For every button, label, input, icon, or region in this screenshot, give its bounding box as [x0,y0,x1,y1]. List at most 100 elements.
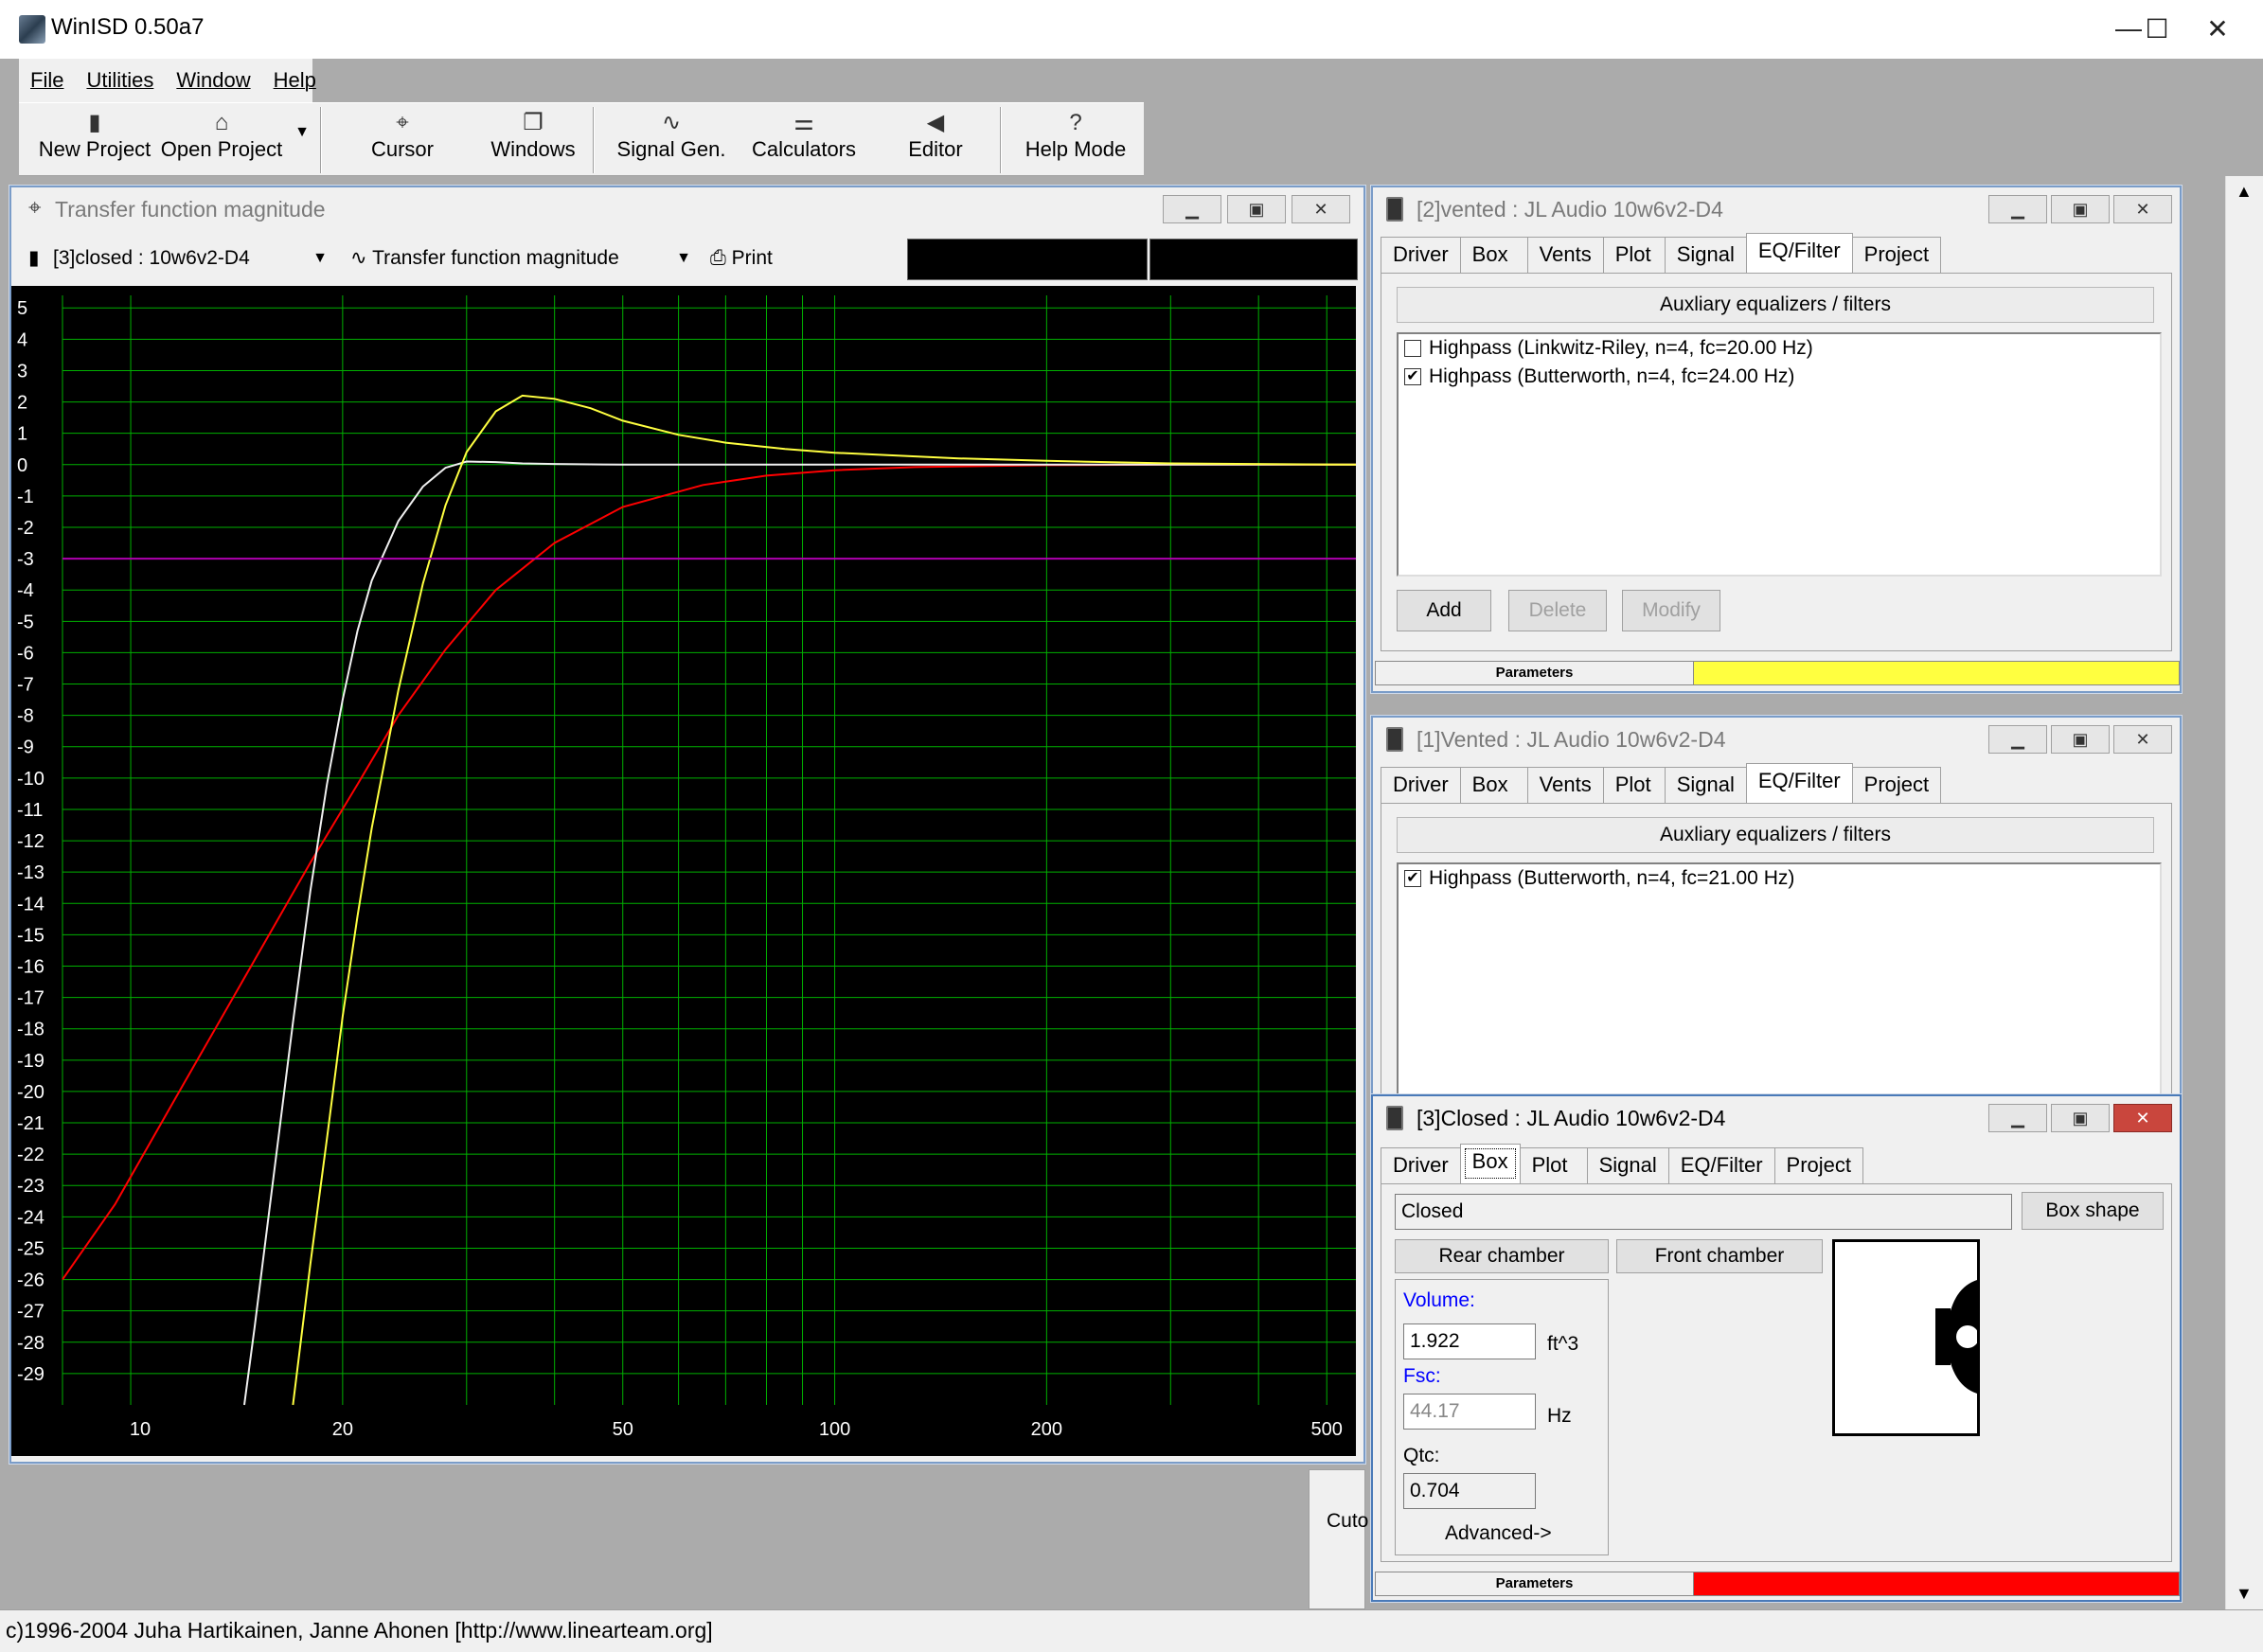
close-button[interactable]: ✕ [2189,9,2246,47]
minimize-button[interactable]: ▁ [1988,725,2047,754]
front-chamber-button[interactable]: Front chamber [1616,1239,1823,1273]
plot-type-select[interactable]: ∿ Transfer function magnitude ▼ [350,242,691,275]
add-button[interactable]: Add [1397,590,1491,631]
vented1-title: [1]Vented : JL Audio 10w6v2-D4 [1417,727,1726,752]
tab-box[interactable]: Box [1459,1144,1521,1183]
qtc-label: Qtc: [1403,1445,1440,1466]
project-select[interactable]: [3]closed : 10w6v2-D4 ▼ [53,242,328,275]
tab-eq-filter[interactable]: EQ/Filter [1667,1147,1775,1183]
y-tick-label: -18 [17,1020,45,1040]
windows-icon: ❐ [523,110,543,135]
tab-vents[interactable]: Vents [1526,237,1604,273]
box-shape-button[interactable]: Box shape [2022,1192,2164,1230]
volume-input[interactable]: 1.922 [1403,1323,1536,1359]
closed3-tabs: Driver Box Plot Signal EQ/Filter Project [1381,1144,1864,1183]
restore-button[interactable]: ▣ [1227,195,1286,223]
tab-signal[interactable]: Signal [1586,1147,1669,1183]
modify-button[interactable]: Modify [1622,590,1720,631]
calculators-button[interactable]: ⚌ Calculators [742,109,865,171]
tab-box[interactable]: Box [1459,237,1528,273]
close-button[interactable]: ✕ [2113,1104,2172,1132]
tab-vents[interactable]: Vents [1526,767,1604,803]
y-tick-label: -22 [17,1145,45,1165]
transfer-function-chart[interactable]: 543210-1-2-3-4-5-6-7-8-9-10-11-12-13-14-… [11,286,1357,1456]
checkbox-checked[interactable]: ✔ [1404,870,1421,887]
list-item[interactable]: ✔ Highpass (Butterworth, n=4, fc=21.00 H… [1399,864,2160,893]
tab-project[interactable]: Project [1851,767,1942,803]
qtc-field: 0.704 [1403,1473,1536,1509]
signal-gen-button[interactable]: ∿ Signal Gen. [610,109,733,171]
restore-button[interactable]: ▣ [2051,1104,2110,1132]
tab-project[interactable]: Project [1773,1147,1864,1183]
scroll-down-icon[interactable]: ▼ [2236,1584,2253,1604]
y-tick-label: -16 [17,956,45,977]
cursor-button[interactable]: ⌖ Cursor [341,109,464,171]
tab-plot[interactable]: Plot [1602,767,1666,803]
menu-file[interactable]: File [19,68,75,93]
y-tick-label: -13 [17,862,45,883]
y-tick-label: -21 [17,1113,45,1134]
tab-plot[interactable]: Plot [1519,1147,1588,1183]
open-project-button[interactable]: ⌂ Open Project [157,109,286,171]
tab-eq-filter[interactable]: EQ/Filter [1745,233,1853,273]
new-project-button[interactable]: ▮ New Project [28,109,161,171]
checkbox[interactable] [1404,340,1421,357]
parameters-bar[interactable]: Parameters [1375,661,2180,685]
sine-wave-icon: ∿ [350,247,367,269]
tab-driver[interactable]: Driver [1381,237,1461,273]
tab-signal[interactable]: Signal [1664,237,1747,273]
tab-plot[interactable]: Plot [1602,237,1666,273]
eq-filter-panel: Auxliary equalizers / filters Highpass (… [1381,273,2172,651]
filter-label: Highpass (Butterworth, n=4, fc=24.00 Hz) [1429,365,1795,387]
tab-driver[interactable]: Driver [1381,767,1461,803]
open-project-label: Open Project [160,137,283,161]
y-tick-label: -2 [17,518,34,539]
print-button[interactable]: ⎙ Print [710,242,805,275]
tab-driver[interactable]: Driver [1381,1147,1461,1183]
scroll-up-icon[interactable]: ▲ [2236,182,2253,202]
filter-list[interactable]: ✔ Highpass (Butterworth, n=4, fc=21.00 H… [1397,862,2162,1118]
close-button[interactable]: ✕ [1292,195,1350,223]
restore-button[interactable]: ▣ [2051,195,2110,223]
windows-button[interactable]: ❐ Windows [472,109,595,171]
speaker-driver-icon [1935,1280,1979,1394]
tab-project[interactable]: Project [1851,237,1942,273]
workspace-scrollbar[interactable]: ▲ ▼ [2225,176,2263,1609]
menu-window[interactable]: Window [165,68,261,93]
delete-button[interactable]: Delete [1508,590,1607,631]
tab-signal[interactable]: Signal [1664,767,1747,803]
tab-eq-filter[interactable]: EQ/Filter [1745,763,1853,803]
fsc-input[interactable]: 44.17 [1403,1394,1536,1430]
advanced-button[interactable]: Advanced-> [1445,1522,1552,1545]
plot-area[interactable]: 5 4 3 2 1 0 -1 -2 -3 -4 -5 -6 -7 -8 -9 -10 -11 -12 -13 -14-… [11,286,1357,1456]
tab-box[interactable]: Box [1459,767,1528,803]
y-tick-label: -25 [17,1238,45,1259]
restore-button[interactable]: ▣ [2051,725,2110,754]
help-mode-button[interactable]: ? Help Mode [1017,109,1134,171]
checkbox-checked[interactable]: ✔ [1404,368,1421,385]
y-tick-label: 5 [17,298,27,319]
plot-type-value: Transfer function magnitude [372,247,619,269]
close-button[interactable]: ✕ [2113,725,2172,754]
menu-utilities[interactable]: Utilities [75,68,165,93]
closed3-title: [3]Closed : JL Audio 10w6v2-D4 [1417,1106,1726,1130]
close-button[interactable]: ✕ [2113,195,2172,223]
list-item[interactable]: ✔ Highpass (Butterworth, n=4, fc=24.00 H… [1399,363,2160,391]
minimize-button[interactable]: ▁ [1988,195,2047,223]
minimize-button[interactable]: ▁ [1988,1104,2047,1132]
volume-label: Volume: [1403,1289,1475,1311]
menu-help[interactable]: Help [262,68,328,93]
y-tick-label: -8 [17,706,34,727]
plot-window-title: Transfer function magnitude [55,197,326,222]
filter-list[interactable]: Highpass (Linkwitz-Riley, n=4, fc=20.00 … [1397,332,2162,577]
editor-button[interactable]: ◀ Editor [888,109,983,171]
list-item[interactable]: Highpass (Linkwitz-Riley, n=4, fc=20.00 … [1399,334,2160,363]
maximize-button[interactable]: ☐ [2129,9,2185,47]
parameters-bar[interactable]: Parameters [1375,1572,2180,1596]
y-tick-label: -19 [17,1051,45,1072]
rear-chamber-button[interactable]: Rear chamber [1395,1239,1609,1273]
aux-eq-header: Auxliary equalizers / filters [1397,287,2154,323]
print-label: Print [731,247,773,269]
minimize-button[interactable]: ▁ [1163,195,1221,223]
toolbar-separator [320,107,322,173]
